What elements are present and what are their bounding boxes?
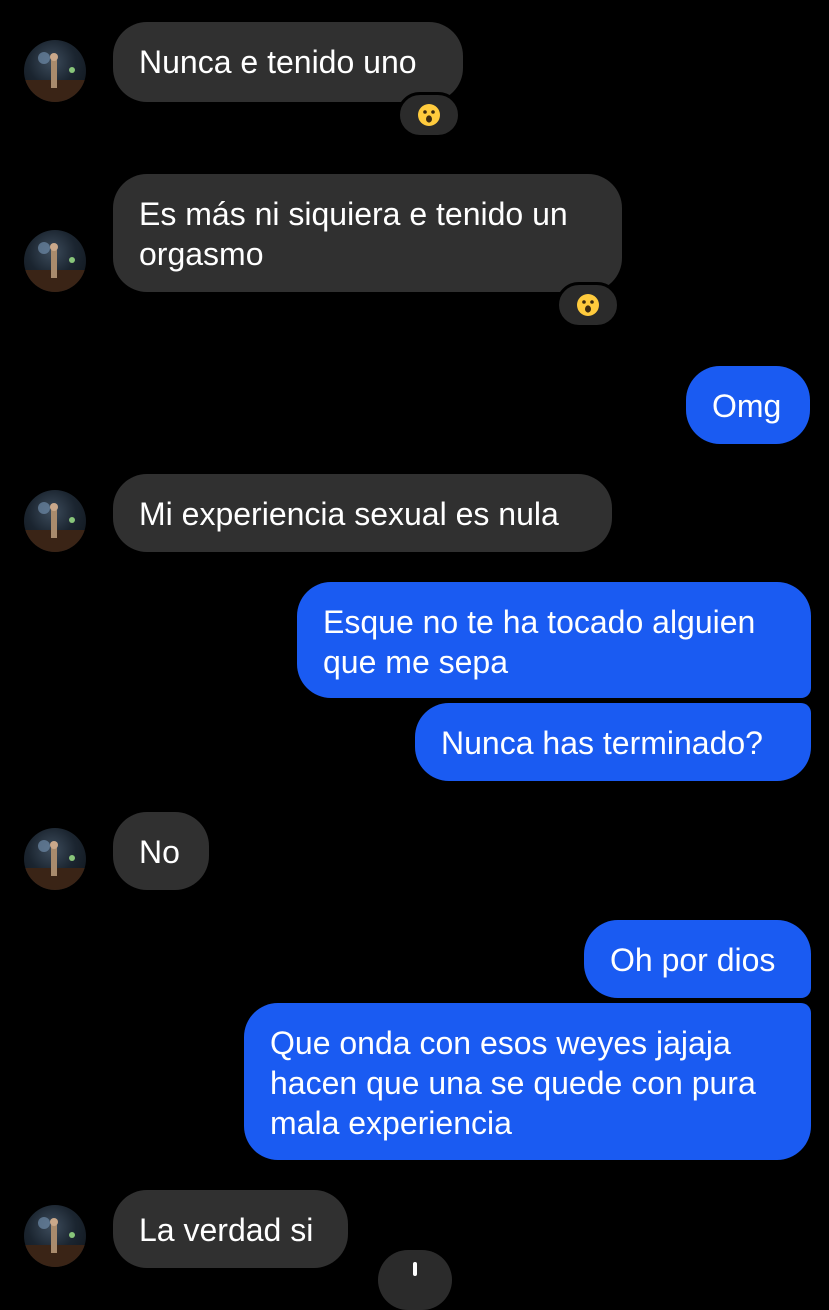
astonished-face-emoji-icon <box>577 294 599 316</box>
avatar-photo <box>24 242 86 292</box>
astonished-face-emoji-icon <box>418 104 440 126</box>
outgoing-message[interactable]: Que onda con esos weyes jajaja hacen que… <box>244 1003 811 1160</box>
message-thread[interactable]: Nunca e tenido uno Es más ni siquiera e … <box>0 0 829 1310</box>
avatar-photo <box>24 840 86 890</box>
outgoing-message[interactable]: Nunca has terminado? <box>415 703 811 781</box>
reaction-badge-partial[interactable] <box>378 1250 452 1310</box>
contact-avatar[interactable] <box>24 490 86 552</box>
outgoing-message[interactable]: Esque no te ha tocado alguien que me sep… <box>297 582 811 698</box>
reaction-badge[interactable] <box>397 92 461 138</box>
outgoing-message[interactable]: Omg <box>686 366 810 444</box>
avatar-photo <box>24 1217 86 1267</box>
incoming-message[interactable]: No <box>113 812 209 890</box>
contact-avatar[interactable] <box>24 828 86 890</box>
reaction-icon <box>413 1262 417 1276</box>
incoming-message[interactable]: Mi experiencia sexual es nula <box>113 474 612 552</box>
incoming-message[interactable]: Es más ni siquiera e tenido un orgasmo <box>113 174 622 292</box>
avatar-photo <box>24 52 86 102</box>
contact-avatar[interactable] <box>24 1205 86 1267</box>
avatar-photo <box>24 502 86 552</box>
outgoing-message[interactable]: Oh por dios <box>584 920 811 998</box>
incoming-message[interactable]: Nunca e tenido uno <box>113 22 463 102</box>
contact-avatar[interactable] <box>24 230 86 292</box>
contact-avatar[interactable] <box>24 40 86 102</box>
reaction-badge[interactable] <box>556 282 620 328</box>
incoming-message[interactable]: La verdad si <box>113 1190 348 1268</box>
